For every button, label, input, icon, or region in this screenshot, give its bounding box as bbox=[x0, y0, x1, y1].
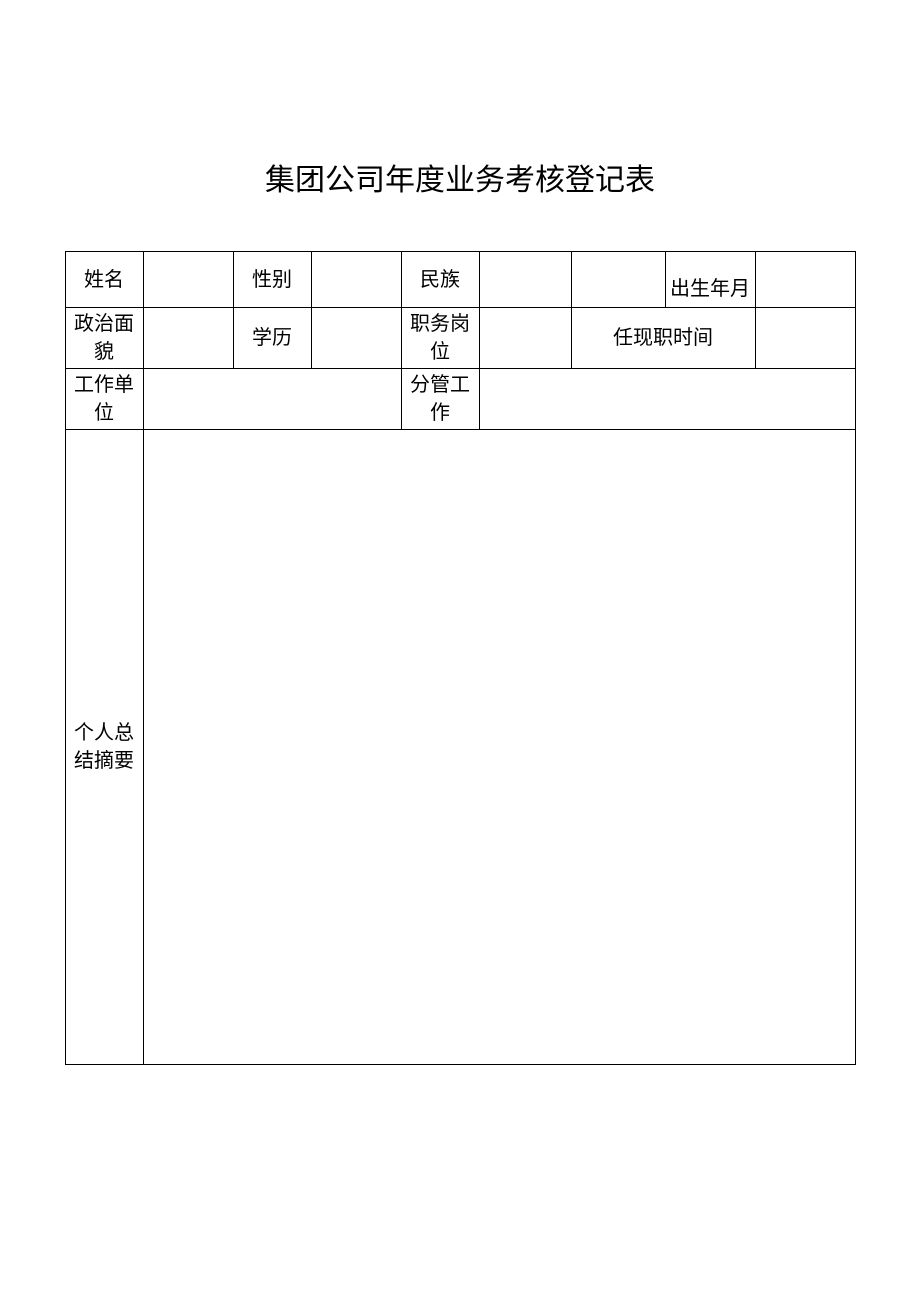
value-tenure bbox=[755, 308, 855, 369]
value-name bbox=[143, 252, 233, 308]
label-tenure: 任现职时间 bbox=[571, 308, 755, 369]
table-row: 姓名 性别 民族 出生年月 bbox=[65, 252, 855, 308]
summary-label-line2: 结摘要 bbox=[67, 747, 142, 775]
value-responsible bbox=[479, 369, 855, 430]
table-row: 工作单位 分管工作 bbox=[65, 369, 855, 430]
label-political: 政治面貌 bbox=[65, 308, 143, 369]
label-workunit: 工作单位 bbox=[65, 369, 143, 430]
page-title: 集团公司年度业务考核登记表 bbox=[0, 155, 920, 199]
registration-form-table: 姓名 性别 民族 出生年月 政治面貌 学历 职务岗位 任现职时间 工作单位 分管… bbox=[65, 251, 856, 1065]
value-ethnicity bbox=[479, 252, 571, 308]
label-gender: 性别 bbox=[233, 252, 311, 308]
value-dob bbox=[755, 252, 855, 308]
value-education bbox=[311, 308, 401, 369]
label-name: 姓名 bbox=[65, 252, 143, 308]
label-ethnicity: 民族 bbox=[401, 252, 479, 308]
summary-label-line1: 个人总 bbox=[67, 719, 142, 747]
label-position: 职务岗位 bbox=[401, 308, 479, 369]
value-political bbox=[143, 308, 233, 369]
label-education: 学历 bbox=[233, 308, 311, 369]
value-summary bbox=[143, 430, 855, 1065]
value-position bbox=[479, 308, 571, 369]
table-row: 政治面貌 学历 职务岗位 任现职时间 bbox=[65, 308, 855, 369]
value-workunit bbox=[143, 369, 401, 430]
label-summary: 个人总 结摘要 bbox=[65, 430, 143, 1065]
label-responsible: 分管工作 bbox=[401, 369, 479, 430]
value-gender bbox=[311, 252, 401, 308]
label-dob: 出生年月 bbox=[665, 252, 755, 308]
label-dob-before bbox=[571, 252, 665, 308]
table-row: 个人总 结摘要 bbox=[65, 430, 855, 1065]
